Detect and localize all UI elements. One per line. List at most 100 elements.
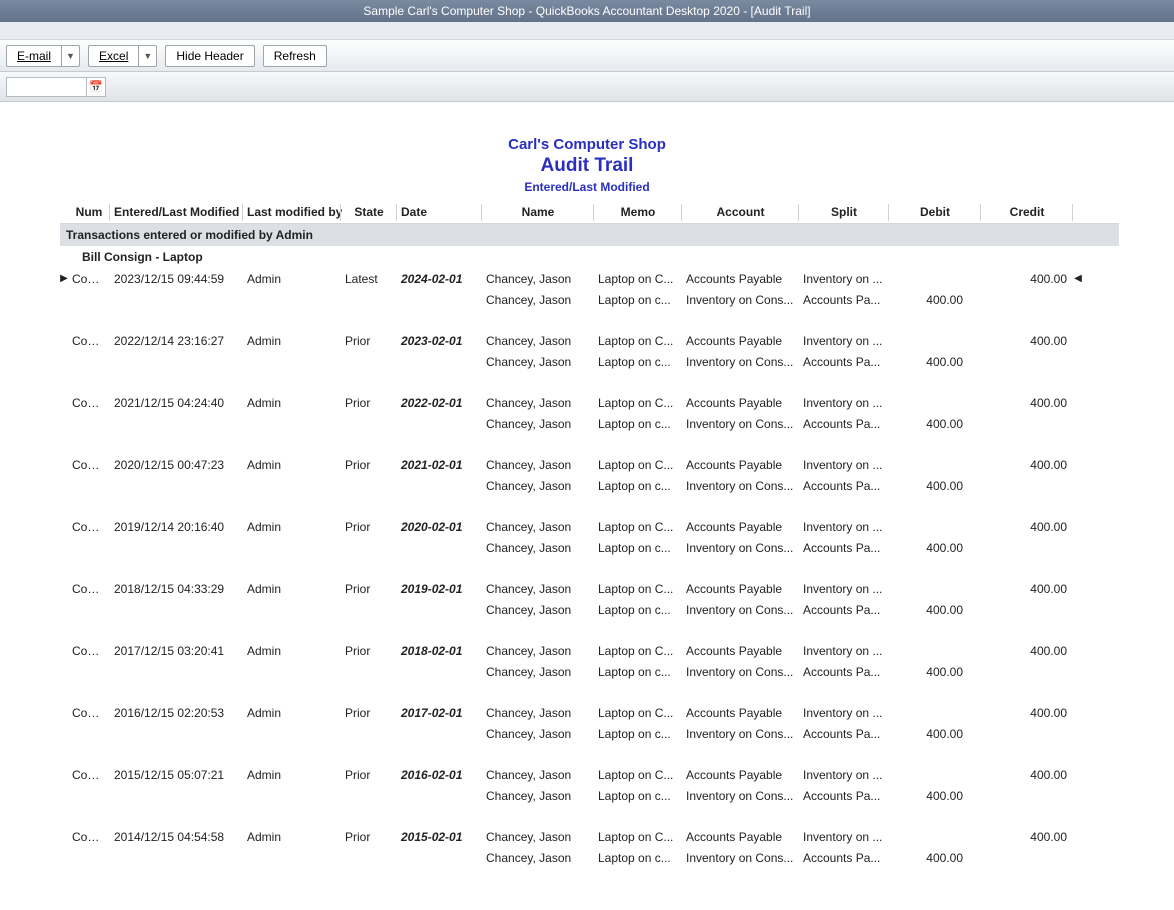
col-modified[interactable]: Entered/Last Modified bbox=[110, 202, 243, 223]
table-row[interactable]: Cons...2014/12/15 04:54:58AdminPrior2015… bbox=[60, 826, 1119, 847]
col-split[interactable]: Split bbox=[799, 202, 889, 223]
table-row[interactable]: Cons...2016/12/15 02:20:53AdminPrior2017… bbox=[60, 702, 1119, 723]
column-headers: Num Entered/Last Modified Last modified … bbox=[60, 202, 1119, 224]
menu-bar[interactable] bbox=[0, 22, 1174, 40]
table-row[interactable]: Chancey, JasonLaptop on c...Inventory on… bbox=[60, 413, 1119, 434]
cell-modified: 2014/12/15 04:54:58 bbox=[110, 828, 243, 846]
cell-split: Inventory on ... bbox=[799, 642, 889, 660]
window-title: Sample Carl's Computer Shop - QuickBooks… bbox=[0, 0, 1174, 22]
table-row[interactable]: Chancey, JasonLaptop on c...Inventory on… bbox=[60, 785, 1119, 806]
cell-user: Admin bbox=[243, 394, 341, 412]
cell-date: 2020-02-01 bbox=[397, 518, 482, 536]
col-user[interactable]: Last modified by bbox=[243, 202, 341, 223]
cell-state: Prior bbox=[341, 394, 397, 412]
cell-credit bbox=[981, 484, 1073, 488]
cell-num: Cons... bbox=[68, 394, 110, 412]
cell-credit bbox=[981, 732, 1073, 736]
cell-name: Chancey, Jason bbox=[482, 394, 594, 412]
cell-memo: Laptop on C... bbox=[594, 456, 682, 474]
cell-user: Admin bbox=[243, 580, 341, 598]
cell-split: Accounts Pa... bbox=[799, 787, 889, 805]
cell-user: Admin bbox=[243, 456, 341, 474]
col-state[interactable]: State bbox=[341, 202, 397, 223]
cell-state: Prior bbox=[341, 704, 397, 722]
table-row[interactable]: Cons...2019/12/14 20:16:40AdminPrior2020… bbox=[60, 516, 1119, 537]
table-row[interactable]: Cons...2015/12/15 05:07:21AdminPrior2016… bbox=[60, 764, 1119, 785]
table-row[interactable]: Chancey, JasonLaptop on c...Inventory on… bbox=[60, 723, 1119, 744]
table-row[interactable]: Cons...2022/12/14 23:16:27AdminPrior2023… bbox=[60, 330, 1119, 351]
cell-modified: 2020/12/15 00:47:23 bbox=[110, 456, 243, 474]
refresh-button[interactable]: Refresh bbox=[263, 45, 327, 67]
hide-header-button[interactable]: Hide Header bbox=[165, 45, 254, 67]
cell-user: Admin bbox=[243, 270, 341, 288]
table-row[interactable]: Chancey, JasonLaptop on c...Inventory on… bbox=[60, 661, 1119, 682]
cell-account: Accounts Payable bbox=[682, 270, 799, 288]
cell-debit: 400.00 bbox=[889, 663, 981, 681]
col-date[interactable]: Date bbox=[397, 202, 482, 223]
table-row[interactable]: Cons...2018/12/15 04:33:29AdminPrior2019… bbox=[60, 578, 1119, 599]
cell-credit bbox=[981, 670, 1073, 674]
cell-account: Accounts Payable bbox=[682, 828, 799, 846]
cell-debit bbox=[889, 525, 981, 529]
cell-account: Inventory on Cons... bbox=[682, 415, 799, 433]
table-row[interactable]: Chancey, JasonLaptop on c...Inventory on… bbox=[60, 847, 1119, 868]
table-row[interactable]: Cons...2021/12/15 04:24:40AdminPrior2022… bbox=[60, 392, 1119, 413]
cell-credit: 400.00 bbox=[981, 270, 1073, 288]
cell-memo: Laptop on c... bbox=[594, 849, 682, 867]
col-debit[interactable]: Debit bbox=[889, 202, 981, 223]
cell-modified: 2019/12/14 20:16:40 bbox=[110, 518, 243, 536]
table-row[interactable]: Chancey, JasonLaptop on c...Inventory on… bbox=[60, 351, 1119, 372]
cell-name: Chancey, Jason bbox=[482, 601, 594, 619]
email-dropdown[interactable]: ▼ bbox=[62, 45, 80, 67]
cell-split: Accounts Pa... bbox=[799, 849, 889, 867]
cell-account: Accounts Payable bbox=[682, 518, 799, 536]
cell-split: Accounts Pa... bbox=[799, 353, 889, 371]
cell-num: Cons... bbox=[68, 518, 110, 536]
cell-split: Inventory on ... bbox=[799, 518, 889, 536]
table-row[interactable]: Chancey, JasonLaptop on c...Inventory on… bbox=[60, 537, 1119, 558]
cell-credit: 400.00 bbox=[981, 828, 1073, 846]
cell-memo: Laptop on C... bbox=[594, 394, 682, 412]
table-row[interactable]: Chancey, JasonLaptop on c...Inventory on… bbox=[60, 289, 1119, 310]
cell-split: Inventory on ... bbox=[799, 456, 889, 474]
table-row[interactable]: Cons...2017/12/15 03:20:41AdminPrior2018… bbox=[60, 640, 1119, 661]
col-credit[interactable]: Credit bbox=[981, 202, 1073, 223]
cell-user: Admin bbox=[243, 642, 341, 660]
col-num[interactable]: Num bbox=[68, 202, 110, 223]
table-row[interactable]: Chancey, JasonLaptop on c...Inventory on… bbox=[60, 599, 1119, 620]
calendar-icon[interactable]: 📅 bbox=[86, 77, 106, 97]
cell-split: Inventory on ... bbox=[799, 828, 889, 846]
cell-split: Accounts Pa... bbox=[799, 291, 889, 309]
col-name[interactable]: Name bbox=[482, 202, 594, 223]
excel-dropdown[interactable]: ▼ bbox=[139, 45, 157, 67]
cell-split: Inventory on ... bbox=[799, 766, 889, 784]
cell-num: Cons... bbox=[68, 456, 110, 474]
cell-name: Chancey, Jason bbox=[482, 270, 594, 288]
table-row[interactable]: Cons...2020/12/15 00:47:23AdminPrior2021… bbox=[60, 454, 1119, 475]
cell-memo: Laptop on c... bbox=[594, 291, 682, 309]
cell-debit bbox=[889, 587, 981, 591]
cell-account: Accounts Payable bbox=[682, 394, 799, 412]
cell-modified: 2017/12/15 03:20:41 bbox=[110, 642, 243, 660]
table-row[interactable]: ▶Cons...2023/12/15 09:44:59AdminLatest20… bbox=[60, 268, 1119, 289]
cell-debit bbox=[889, 277, 981, 281]
cell-credit: 400.00 bbox=[981, 580, 1073, 598]
cell-credit: 400.00 bbox=[981, 642, 1073, 660]
col-memo[interactable]: Memo bbox=[594, 202, 682, 223]
email-button[interactable]: E-mail bbox=[6, 45, 62, 67]
date-input[interactable] bbox=[6, 77, 86, 97]
cell-credit: 400.00 bbox=[981, 704, 1073, 722]
col-account[interactable]: Account bbox=[682, 202, 799, 223]
cell-state: Prior bbox=[341, 642, 397, 660]
table-row[interactable]: Chancey, JasonLaptop on c...Inventory on… bbox=[60, 475, 1119, 496]
excel-button[interactable]: Excel bbox=[88, 45, 139, 67]
cell-credit: 400.00 bbox=[981, 332, 1073, 350]
cell-account: Inventory on Cons... bbox=[682, 849, 799, 867]
cell-split: Inventory on ... bbox=[799, 394, 889, 412]
cell-name: Chancey, Jason bbox=[482, 415, 594, 433]
cell-user: Admin bbox=[243, 766, 341, 784]
row-end-icon: ◀ bbox=[1073, 273, 1083, 284]
cell-modified: 2015/12/15 05:07:21 bbox=[110, 766, 243, 784]
cell-account: Accounts Payable bbox=[682, 580, 799, 598]
cell-memo: Laptop on C... bbox=[594, 828, 682, 846]
